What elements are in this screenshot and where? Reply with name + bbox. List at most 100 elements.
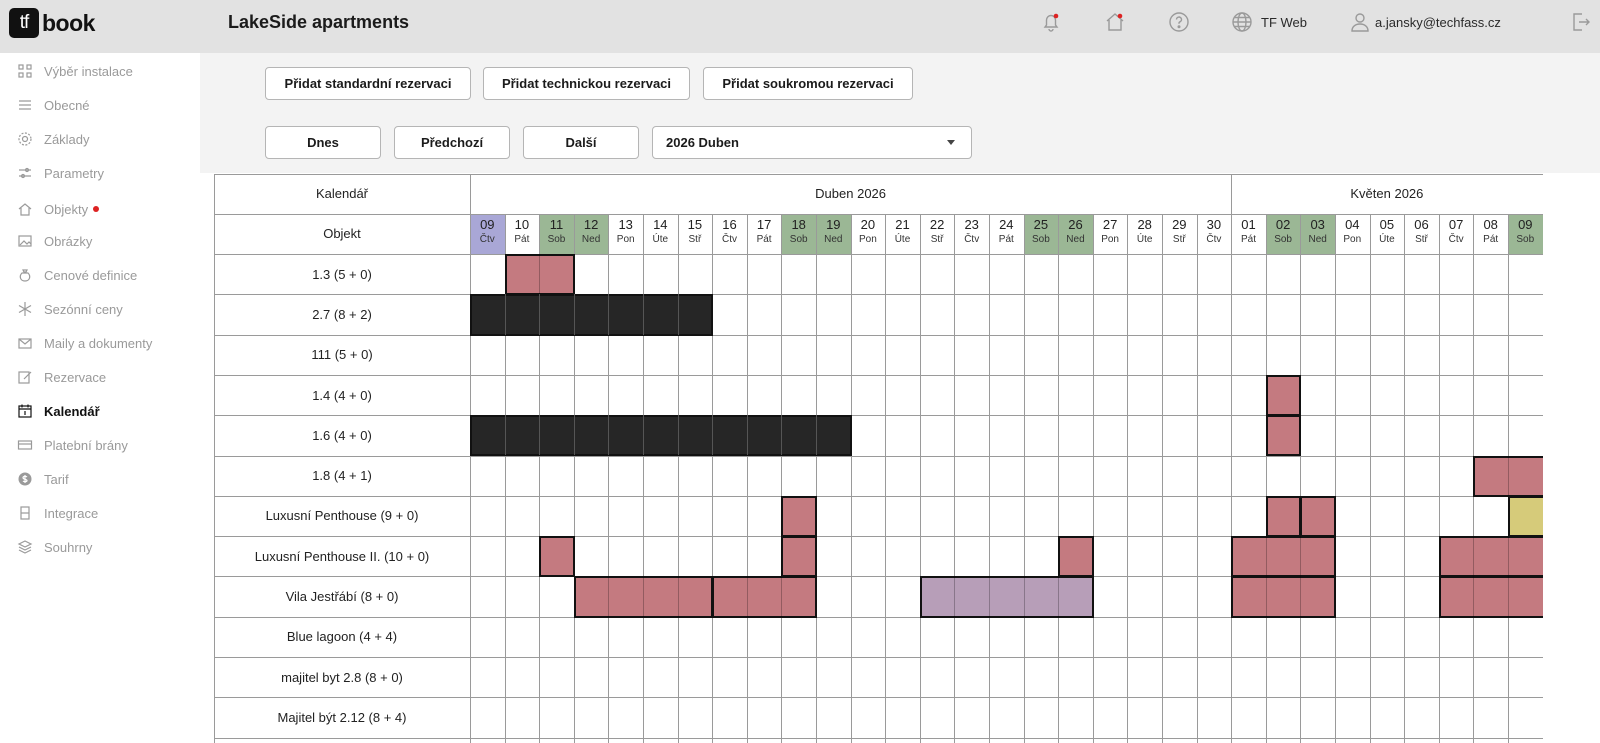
object-row-label[interactable]: 1.4 (4 + 0)	[214, 375, 470, 415]
sidebar-item[interactable]: Obecné	[17, 94, 90, 116]
reservation-block[interactable]	[1265, 415, 1302, 457]
reservation-block[interactable]	[1438, 576, 1543, 618]
day-header[interactable]: 19 Ned	[816, 214, 851, 254]
day-header[interactable]: 18 Sob	[781, 214, 816, 254]
object-row-label[interactable]: 2.7 (8 + 2)	[214, 294, 470, 334]
object-row-label[interactable]: 1.8 (4 + 1)	[214, 456, 470, 496]
sidebar-item[interactable]: Tarif	[17, 468, 69, 490]
month-select[interactable]: 2026 Duben	[652, 126, 972, 159]
sidebar-item[interactable]: Integrace	[17, 502, 98, 524]
object-row-label[interactable]: majitel byt 2.8 (8 + 0)	[214, 657, 470, 697]
sidebar-item[interactable]: Rezervace	[17, 366, 106, 388]
sidebar-item[interactable]: Parametry	[17, 162, 104, 184]
logo[interactable]: tf book	[9, 8, 95, 38]
day-header[interactable]: 11 Sob	[539, 214, 574, 254]
sidebar-item[interactable]: Základy	[17, 128, 90, 150]
reservation-block[interactable]	[919, 576, 1094, 618]
reservation-block[interactable]	[1058, 536, 1094, 578]
reservation-block[interactable]	[1265, 374, 1302, 417]
day-header[interactable]: 17 Pát	[747, 214, 782, 254]
user-email[interactable]: a.jansky@techfass.cz	[1375, 15, 1501, 30]
reservation-block[interactable]	[712, 576, 817, 618]
day-header[interactable]: 01 Pát	[1231, 214, 1266, 254]
help-icon[interactable]	[1167, 10, 1191, 34]
user-icon[interactable]	[1348, 10, 1372, 34]
add-private-reservation-button[interactable]: Přidat soukromou rezervaci	[703, 67, 913, 100]
day-weekday: Pon	[616, 234, 635, 245]
next-button[interactable]: Další	[523, 126, 639, 159]
logout-icon[interactable]	[1568, 10, 1592, 34]
reservation-block[interactable]	[1265, 495, 1302, 538]
reservation-block[interactable]	[1231, 536, 1336, 578]
day-header[interactable]: 04 Pon	[1335, 214, 1370, 254]
reservation-block[interactable]	[1508, 495, 1543, 538]
sidebar-item[interactable]: Kalendář	[17, 400, 100, 422]
day-header[interactable]: 14 Úte	[643, 214, 678, 254]
day-header[interactable]: 24 Pát	[989, 214, 1024, 254]
day-header[interactable]: 28 Úte	[1127, 214, 1162, 254]
reservation-block[interactable]	[470, 415, 852, 457]
grid-line	[1058, 214, 1060, 743]
bell-icon[interactable]	[1039, 10, 1063, 34]
object-row-label[interactable]: Luxusní Penthouse (9 + 0)	[214, 496, 470, 536]
day-header[interactable]: 16 Čtv	[712, 214, 747, 254]
object-row-label[interactable]: 1.3 (5 + 0)	[214, 254, 470, 294]
sidebar-item[interactable]: Výběr instalace	[17, 60, 133, 82]
day-header[interactable]: 23 Čtv	[954, 214, 989, 254]
day-header[interactable]: 20 Pon	[851, 214, 886, 254]
reservation-block[interactable]	[781, 495, 817, 538]
today-button[interactable]: Dnes	[265, 126, 381, 159]
add-standard-reservation-button[interactable]: Přidat standardní rezervaci	[265, 67, 471, 100]
grid-line	[1438, 214, 1440, 743]
day-weekday: Sob	[547, 234, 566, 245]
sidebar-item[interactable]: Platební brány	[17, 434, 128, 456]
sidebar-item[interactable]: Objekty	[17, 198, 100, 220]
add-technical-reservation-button[interactable]: Přidat technickou rezervaci	[483, 67, 690, 100]
sidebar-item-label: Základy	[44, 131, 90, 147]
object-row-label[interactable]: Luxusní Penthouse II. (10 + 0)	[214, 536, 470, 576]
day-header[interactable]: 21 Úte	[885, 214, 920, 254]
object-row-label[interactable]: Vila Jestřábí (8 + 0)	[214, 576, 470, 616]
day-weekday: Čtv	[1448, 234, 1464, 245]
day-header[interactable]: 27 Pon	[1093, 214, 1128, 254]
day-header[interactable]: 12 Ned	[573, 214, 609, 254]
sidebar-item[interactable]: Maily a dokumenty	[17, 332, 152, 354]
day-header[interactable]: 10 Pát	[505, 214, 540, 254]
day-header[interactable]: 26 Ned	[1058, 214, 1093, 254]
reservation-block[interactable]	[539, 536, 575, 578]
reservation-block[interactable]	[1231, 576, 1336, 618]
previous-button[interactable]: Předchozí	[394, 126, 510, 159]
grid-line	[214, 334, 1543, 336]
day-header[interactable]: 22 Stř	[920, 214, 955, 254]
sidebar-item[interactable]: Sezónní ceny	[17, 298, 123, 320]
day-header[interactable]: 05 Úte	[1370, 214, 1405, 254]
day-header[interactable]: 25 Sob	[1023, 214, 1059, 254]
tf-web-link[interactable]: TF Web	[1261, 15, 1307, 30]
day-header[interactable]: 03 Ned	[1300, 214, 1335, 254]
day-header[interactable]: 09 Čtv	[470, 214, 505, 254]
sidebar-item[interactable]: Cenové definice	[17, 264, 137, 286]
reservation-block[interactable]	[1438, 536, 1543, 578]
day-header[interactable]: 08 Pát	[1473, 214, 1508, 254]
object-row-label[interactable]: 111 (5 + 0)	[214, 335, 470, 375]
sidebar-item[interactable]: Souhrny	[17, 536, 92, 558]
day-header[interactable]: 07 Čtv	[1439, 214, 1474, 254]
day-header[interactable]: 29 Stř	[1162, 214, 1197, 254]
day-header[interactable]: 02 Sob	[1265, 214, 1301, 254]
home-icon[interactable]	[1103, 10, 1127, 34]
day-header[interactable]: 09 Sob	[1508, 214, 1543, 254]
reservation-block[interactable]	[781, 536, 817, 578]
day-header[interactable]: 13 Pon	[608, 214, 643, 254]
object-row-label[interactable]: 1.6 (4 + 0)	[214, 415, 470, 455]
object-row-label[interactable]: Majitel být 2.12 (8 + 4)	[214, 697, 470, 737]
globe-icon[interactable]	[1230, 10, 1254, 34]
day-header[interactable]: 15 Stř	[678, 214, 713, 254]
day-header[interactable]: 06 Stř	[1404, 214, 1439, 254]
reservation-block[interactable]	[1300, 495, 1336, 538]
day-number: 23	[964, 217, 979, 232]
day-header[interactable]: 30 Čtv	[1197, 214, 1232, 254]
day-number: 02	[1275, 217, 1291, 232]
sidebar-item[interactable]: Obrázky	[17, 230, 92, 252]
object-row-label[interactable]: Blue lagoon (4 + 4)	[214, 617, 470, 657]
grid-line	[885, 214, 887, 743]
